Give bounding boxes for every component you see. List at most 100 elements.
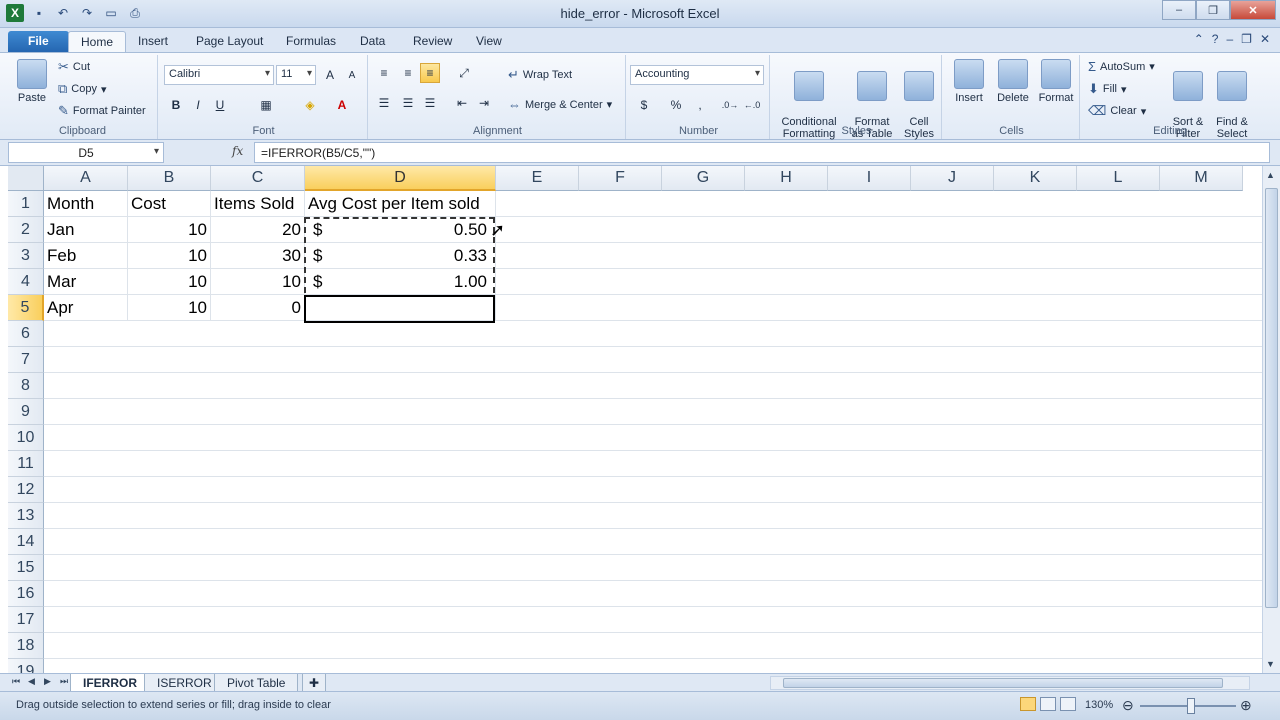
- fill-color-icon[interactable]: ◈: [300, 95, 320, 115]
- row-header[interactable]: 14: [8, 529, 44, 555]
- cell-d5[interactable]: [305, 295, 496, 321]
- fill-button[interactable]: ⬇ Fill ▾: [1088, 81, 1127, 97]
- paste-button[interactable]: Paste: [14, 59, 50, 104]
- cell-a5[interactable]: Apr: [44, 295, 128, 321]
- column-header[interactable]: I: [828, 166, 911, 191]
- horizontal-scrollbar[interactable]: [770, 676, 1250, 690]
- scroll-up-icon[interactable]: ▲: [1266, 170, 1275, 180]
- align-center-icon[interactable]: ☰: [398, 93, 418, 113]
- tab-view[interactable]: View: [464, 31, 514, 52]
- sheet-tab-iferror[interactable]: IFERROR: [70, 674, 150, 692]
- row-header[interactable]: 17: [8, 607, 44, 633]
- zoom-in-icon[interactable]: ⊕: [1240, 697, 1252, 714]
- increase-decimal-icon[interactable]: .0→: [720, 95, 740, 115]
- scroll-down-icon[interactable]: ▼: [1266, 659, 1275, 669]
- delete-button[interactable]: Delete: [992, 59, 1034, 104]
- wrap-text-button[interactable]: ↵ Wrap Text: [508, 67, 572, 83]
- last-sheet-icon[interactable]: ⏭: [60, 676, 68, 687]
- row-header[interactable]: 7: [8, 347, 44, 373]
- row-header[interactable]: 1: [8, 191, 44, 217]
- merge-center-button[interactable]: ⇔ Merge & Center ▾: [508, 97, 612, 112]
- tab-insert[interactable]: Insert: [126, 31, 180, 52]
- tab-page-layout[interactable]: Page Layout: [184, 31, 275, 52]
- row-header[interactable]: 16: [8, 581, 44, 607]
- column-header[interactable]: M: [1160, 166, 1243, 191]
- tab-review[interactable]: Review: [401, 31, 464, 52]
- autosum-button[interactable]: Σ AutoSum ▾: [1088, 59, 1155, 74]
- cell-a1[interactable]: Month: [44, 191, 128, 217]
- close-button[interactable]: ✕: [1230, 0, 1276, 20]
- cell-a4[interactable]: Mar: [44, 269, 128, 295]
- cell-c1[interactable]: Items Sold: [211, 191, 305, 217]
- font-name-select[interactable]: Calibri: [164, 65, 274, 85]
- vertical-scroll-thumb[interactable]: [1265, 188, 1278, 608]
- font-size-select[interactable]: 11: [276, 65, 316, 85]
- column-header[interactable]: F: [579, 166, 662, 191]
- cell-a3[interactable]: Feb: [44, 243, 128, 269]
- column-header[interactable]: G: [662, 166, 745, 191]
- horizontal-scroll-thumb[interactable]: [783, 678, 1223, 688]
- formula-input[interactable]: =IFERROR(B5/C5,""): [254, 142, 1270, 163]
- sheet-tab-iserror[interactable]: ISERROR: [144, 674, 225, 692]
- column-header[interactable]: L: [1077, 166, 1160, 191]
- column-header[interactable]: K: [994, 166, 1077, 191]
- currency-button[interactable]: $: [634, 95, 654, 115]
- sheet-tab-pivot-table[interactable]: Pivot Table: [214, 674, 299, 692]
- insert-sheet-icon[interactable]: ✚: [302, 674, 327, 692]
- row-header[interactable]: 18: [8, 633, 44, 659]
- column-header[interactable]: H: [745, 166, 828, 191]
- tab-file[interactable]: File: [8, 31, 69, 52]
- select-all-button[interactable]: [8, 166, 44, 191]
- align-middle-icon[interactable]: ≡: [398, 63, 418, 83]
- zoom-out-icon[interactable]: ⊖: [1122, 697, 1134, 714]
- increase-indent-icon[interactable]: ⇥: [474, 93, 494, 113]
- format-painter-button[interactable]: ✎ Format Painter: [58, 103, 146, 119]
- row-header[interactable]: 19: [8, 659, 44, 673]
- cell-d2[interactable]: $ 0.50: [305, 217, 496, 243]
- format-button[interactable]: Format: [1034, 59, 1078, 104]
- first-sheet-icon[interactable]: ⏮: [12, 676, 20, 687]
- workbook-restore-icon[interactable]: ❐: [1241, 32, 1252, 46]
- page-layout-view-icon[interactable]: [1040, 697, 1056, 711]
- cell-d3[interactable]: $ 0.33: [305, 243, 496, 269]
- page-break-view-icon[interactable]: [1060, 697, 1076, 711]
- underline-button[interactable]: U: [210, 95, 230, 115]
- row-header[interactable]: 6: [8, 321, 44, 347]
- font-color-icon[interactable]: A: [332, 95, 352, 115]
- normal-view-icon[interactable]: [1020, 697, 1036, 711]
- column-header[interactable]: C: [211, 166, 305, 191]
- row-header[interactable]: 2: [8, 217, 44, 243]
- column-header[interactable]: E: [496, 166, 579, 191]
- row-header[interactable]: 9: [8, 399, 44, 425]
- vertical-scrollbar[interactable]: ▲ ▼: [1262, 166, 1280, 673]
- column-header[interactable]: J: [911, 166, 994, 191]
- tab-formulas[interactable]: Formulas: [274, 31, 348, 52]
- zoom-slider-knob[interactable]: [1187, 698, 1195, 714]
- cell-b3[interactable]: 10: [128, 243, 211, 269]
- cell-b1[interactable]: Cost: [128, 191, 211, 217]
- column-header[interactable]: A: [44, 166, 128, 191]
- align-right-icon[interactable]: ☰: [420, 93, 440, 113]
- cell-c2[interactable]: 20: [211, 217, 305, 243]
- cut-button[interactable]: ✂ Cut: [58, 59, 90, 75]
- minimize-ribbon-icon[interactable]: ⌃: [1194, 32, 1204, 46]
- tab-data[interactable]: Data: [348, 31, 397, 52]
- row-header[interactable]: 15: [8, 555, 44, 581]
- insert-button[interactable]: Insert: [948, 59, 990, 104]
- prev-sheet-icon[interactable]: ◀: [28, 676, 35, 687]
- row-header-selected[interactable]: 5: [8, 295, 44, 321]
- grow-font-icon[interactable]: A: [320, 65, 340, 85]
- percent-button[interactable]: %: [666, 95, 686, 115]
- help-icon[interactable]: ?: [1212, 32, 1219, 46]
- align-left-icon[interactable]: ☰: [374, 93, 394, 113]
- next-sheet-icon[interactable]: ▶: [44, 676, 51, 687]
- name-box[interactable]: D5: [8, 142, 164, 163]
- row-header[interactable]: 4: [8, 269, 44, 295]
- minimize-button[interactable]: –: [1162, 0, 1196, 20]
- cell-c4[interactable]: 10: [211, 269, 305, 295]
- copy-button[interactable]: ⧉ Copy ▾: [58, 81, 107, 97]
- cell-d4[interactable]: $ 1.00: [305, 269, 496, 295]
- column-header[interactable]: B: [128, 166, 211, 191]
- bold-button[interactable]: B: [166, 95, 186, 115]
- row-header[interactable]: 10: [8, 425, 44, 451]
